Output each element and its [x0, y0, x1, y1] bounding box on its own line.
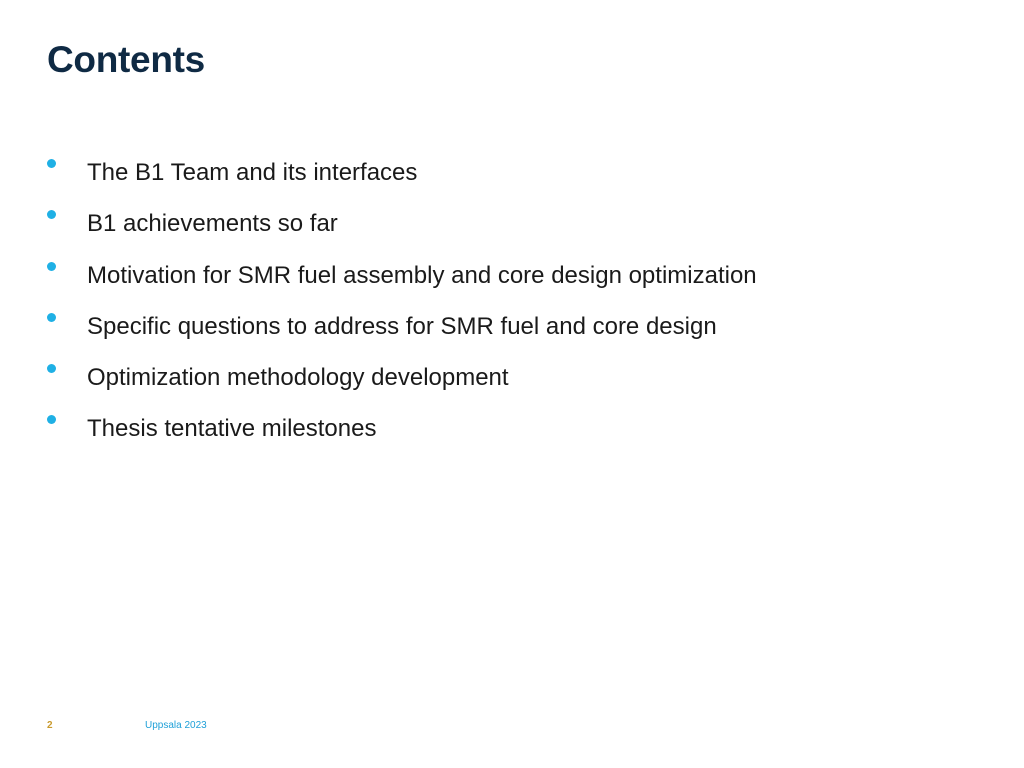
slide-title: Contents	[47, 39, 205, 80]
bullet-icon	[47, 364, 56, 374]
bullet-icon	[47, 415, 56, 425]
list-item-text: B1 achievements so far	[87, 210, 338, 238]
bullet-icon	[47, 159, 56, 168]
bullet-icon	[47, 210, 56, 220]
bullet-icon	[47, 312, 56, 322]
list-item-text: Specific questions to address for SMR fu…	[87, 312, 717, 340]
list-item-text: Thesis tentative milestones	[87, 415, 377, 443]
list-item-text: The B1 Team and its interfaces	[87, 159, 418, 186]
list-item-text: Optimization methodology development	[87, 364, 509, 392]
bullet-icon	[47, 261, 56, 271]
footer-text: Uppsala 2023	[145, 720, 207, 731]
page-number: 2	[47, 720, 53, 731]
list-item-text: Motivation for SMR fuel assembly and cor…	[87, 261, 757, 289]
slide: Contents The B1 Team and its interfaces …	[0, 0, 1024, 768]
